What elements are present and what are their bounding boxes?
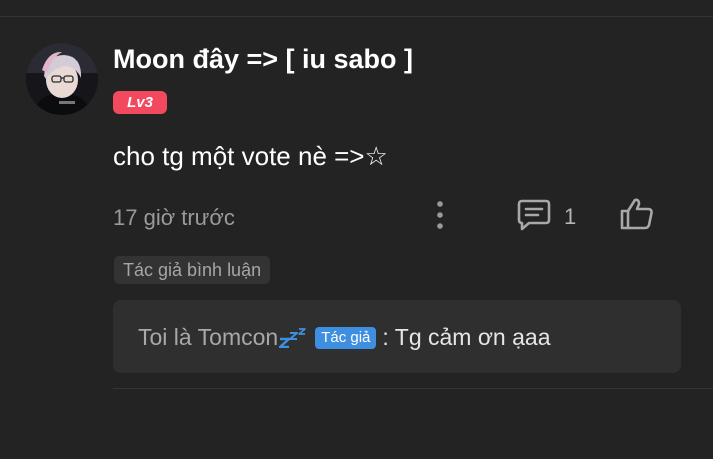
timestamp: 17 giờ trước [113,205,235,230]
like-button[interactable] [618,197,656,235]
thumbs-up-icon [619,197,655,236]
reply-count: 1 [564,204,577,229]
comment-text: cho tg một vote nè =>☆ [113,141,388,171]
avatar[interactable] [26,43,98,115]
more-options-button[interactable] [428,199,452,235]
more-vertical-icon [436,200,444,235]
comment-icon [516,198,552,237]
reply-text: : Tg cảm ơn ạaa [382,324,551,350]
bottom-divider [113,388,713,389]
sleeping-zzz-icon [279,327,307,348]
level-badge: Lv3 [113,91,167,114]
username[interactable]: Moon đây => [ iu sabo ] [113,44,413,75]
comment-screen: Moon đây => [ iu sabo ] Lv3 cho tg một v… [0,0,713,459]
author-badge: Tác giả [315,326,377,349]
reply-author[interactable]: Toi là Tomcon [138,324,278,351]
top-divider [0,16,713,17]
reply-preview[interactable]: Toi là Tomcon Tác giả : Tg cảm ơn ạaa [113,300,681,373]
reply-line: Toi là Tomcon Tác giả : Tg cảm ơn ạaa [138,324,550,351]
author-comment-tag: Tác giả bình luận [114,256,271,284]
reply-button[interactable]: 1 [516,199,586,235]
